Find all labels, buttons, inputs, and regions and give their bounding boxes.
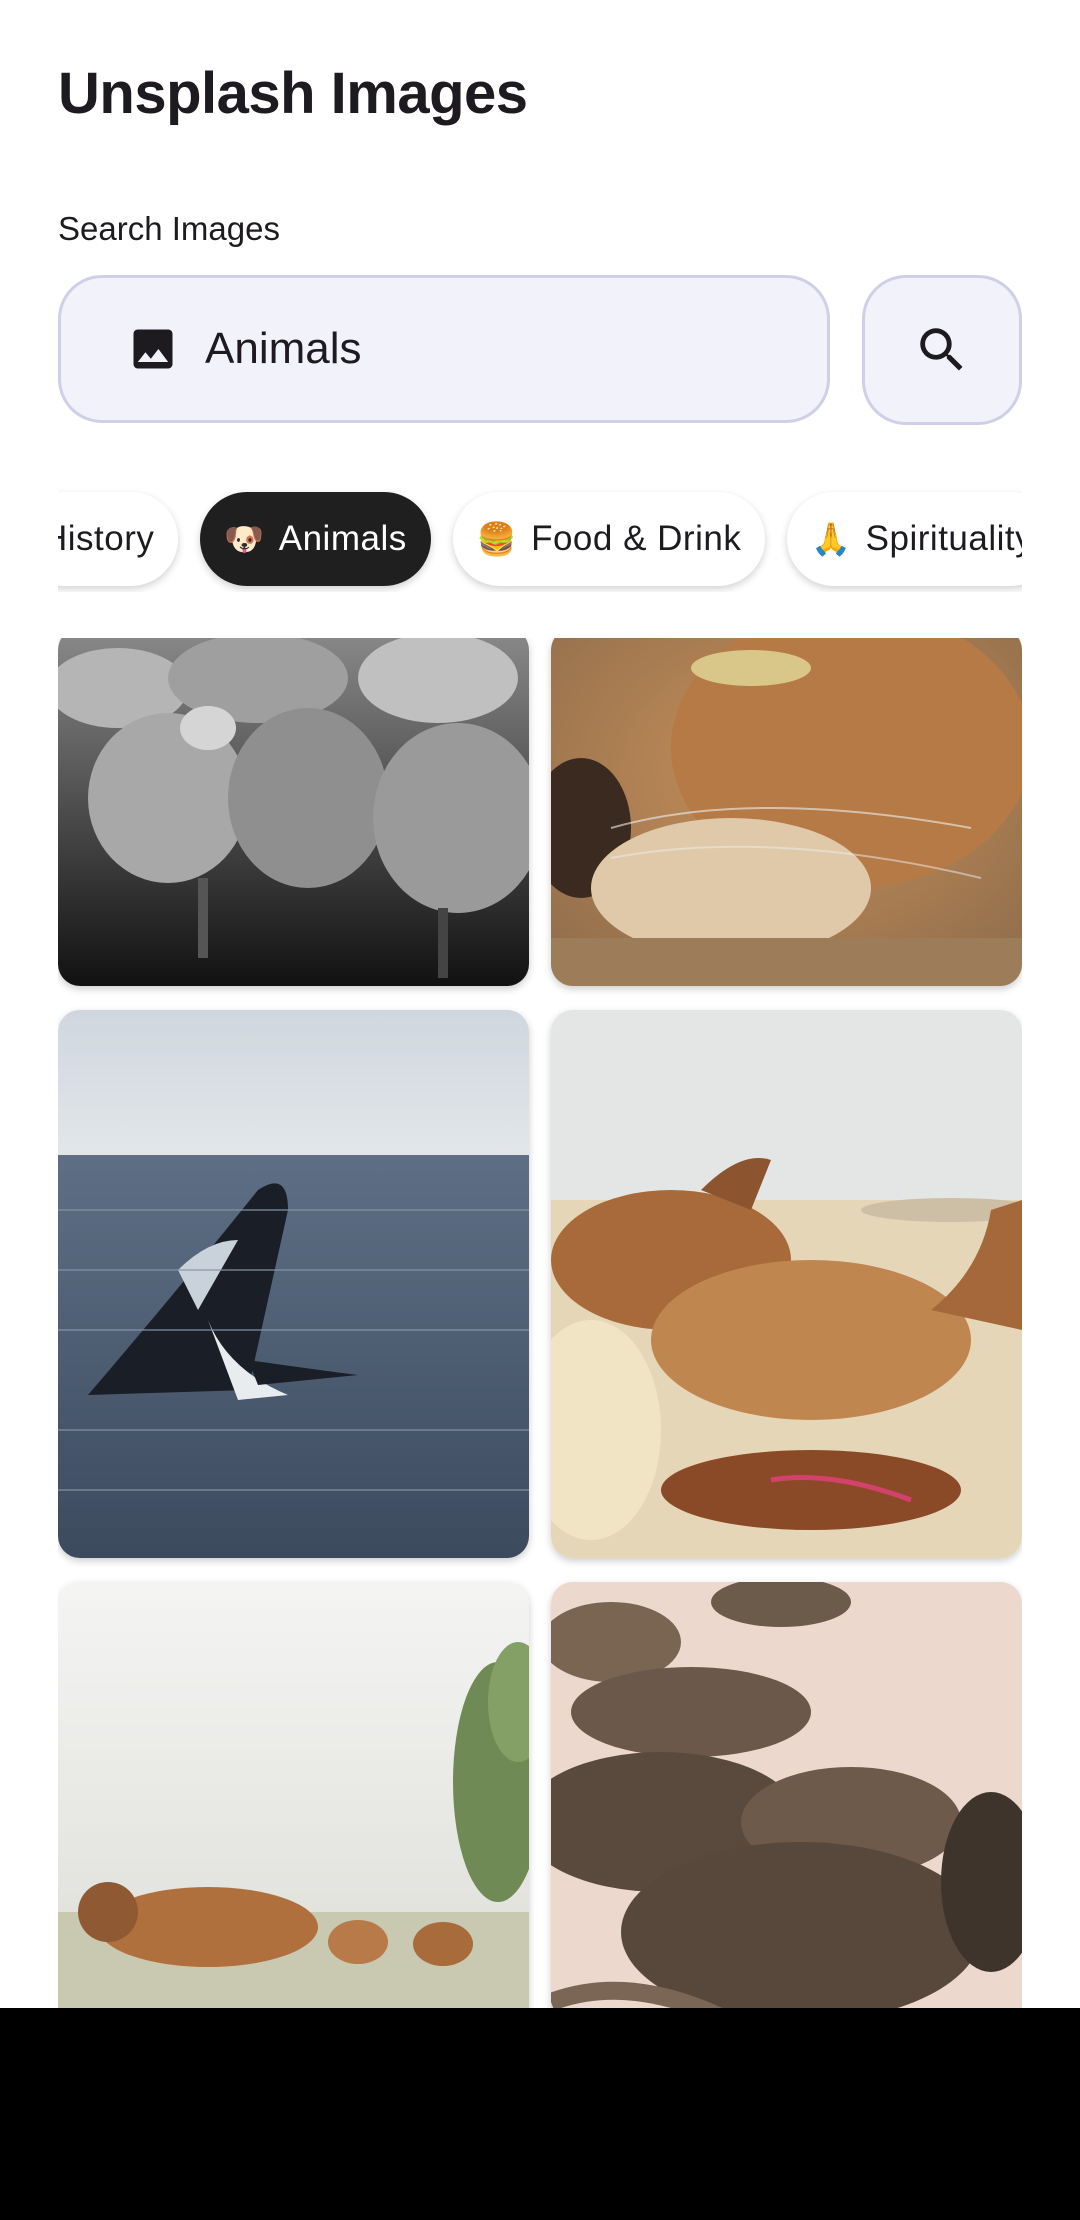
search-input[interactable]: Animals [58, 275, 830, 423]
category-chips: History 🐶 Animals 🍔 Food & Drink 🙏 Spiri… [58, 488, 1022, 592]
chip-spirituality[interactable]: 🙏 Spirituality [787, 492, 1022, 586]
praying-hands-icon: 🙏 [811, 521, 852, 557]
search-input-value: Animals [205, 324, 362, 373]
chip-history[interactable]: History [58, 492, 179, 586]
system-navigation-bar [0, 2008, 1080, 2220]
dog-icon: 🐶 [224, 521, 265, 557]
image-tile[interactable] [58, 1010, 529, 1558]
chip-food-drink[interactable]: 🍔 Food & Drink [452, 492, 766, 586]
chip-animals[interactable]: 🐶 Animals [200, 492, 431, 586]
chip-label: Animals [278, 519, 407, 558]
image-icon [133, 329, 173, 369]
sheep-image [58, 638, 529, 986]
image-tile[interactable] [58, 1582, 529, 2008]
image-grid [58, 638, 1022, 2008]
image-tile[interactable] [551, 1582, 1022, 2008]
cows-image [58, 1582, 529, 2008]
search-icon [920, 328, 963, 371]
search-button[interactable] [862, 275, 1022, 425]
page-title: Unsplash Images [58, 61, 528, 126]
chip-label: Food & Drink [531, 519, 742, 558]
burger-icon: 🍔 [476, 521, 518, 557]
fox-image [551, 638, 1022, 986]
search-label: Search Images [58, 210, 280, 247]
iguanas-image [551, 1582, 1022, 2008]
image-tile[interactable] [551, 638, 1022, 986]
image-tile[interactable] [58, 638, 529, 986]
chip-label: Spirituality [865, 519, 1022, 558]
chip-label: History [58, 519, 155, 558]
image-tile[interactable] [551, 1010, 1022, 1558]
camels-image [551, 1010, 1022, 1558]
whale-image [58, 1010, 529, 1558]
